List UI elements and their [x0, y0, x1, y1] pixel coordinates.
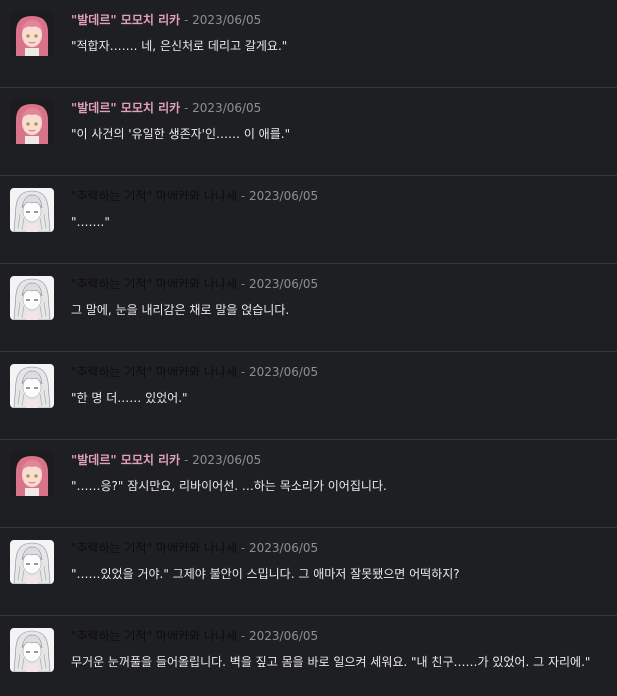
message-row: "발데르" 모모치 리카 - 2023/06/05 "적합자……. 네, 은신처…: [0, 0, 617, 88]
pink-hair-avatar[interactable]: [10, 100, 54, 144]
white-hair-avatar[interactable]: [10, 364, 54, 408]
author-name[interactable]: "추락하는 기적" 마에카와 나나세: [71, 189, 237, 203]
message-feed: "발데르" 모모치 리카 - 2023/06/05 "적합자……. 네, 은신처…: [0, 0, 617, 696]
message-text: 무거운 눈꺼풀을 들어올립니다. 벽을 짚고 몸을 바로 일으켜 세워요. "내…: [71, 655, 591, 669]
message-row: "발데르" 모모치 리카 - 2023/06/05 "이 사건의 '유일한 생존…: [0, 88, 617, 176]
message-text: "한 명 더…… 있었어.": [71, 391, 188, 405]
message-text: "…….": [71, 215, 110, 229]
message-header: "추락하는 기적" 마에카와 나나세 - 2023/06/05: [71, 540, 318, 556]
timestamp: 2023/06/05: [248, 277, 319, 291]
timestamp: 2023/06/05: [248, 189, 319, 203]
header-separator: -: [237, 629, 249, 643]
message-text: "……있었을 거야." 그제야 불안이 스밉니다. 그 애마저 잘못됐으면 어떡…: [71, 567, 460, 581]
timestamp: 2023/06/05: [192, 13, 262, 27]
message-row: "추락하는 기적" 마에카와 나나세 - 2023/06/05 그 말에, 눈을…: [0, 264, 617, 352]
message-text: "적합자……. 네, 은신처로 데리고 갈게요.": [71, 39, 288, 53]
pink-hair-avatar[interactable]: [10, 12, 54, 56]
author-name[interactable]: "추락하는 기적" 마에카와 나나세: [71, 365, 237, 379]
author-name[interactable]: "발데르" 모모치 리카: [71, 101, 180, 115]
message-row: "발데르" 모모치 리카 - 2023/06/05 "……응?" 잠시만요, 리…: [0, 440, 617, 528]
message-row: "추락하는 기적" 마에카와 나나세 - 2023/06/05 "……있었을 거…: [0, 528, 617, 616]
message-row: "추락하는 기적" 마에카와 나나세 - 2023/06/05 "한 명 더………: [0, 352, 617, 440]
message-text: 그 말에, 눈을 내리감은 채로 말을 얹습니다.: [71, 303, 290, 317]
timestamp: 2023/06/05: [192, 101, 262, 115]
author-name[interactable]: "발데르" 모모치 리카: [71, 13, 180, 27]
author-name[interactable]: "추락하는 기적" 마에카와 나나세: [71, 541, 237, 555]
header-separator: -: [180, 13, 193, 27]
message-header: "발데르" 모모치 리카 - 2023/06/05: [71, 100, 261, 116]
header-separator: -: [180, 101, 193, 115]
message-header: "추락하는 기적" 마에카와 나나세 - 2023/06/05: [71, 628, 318, 644]
white-hair-avatar[interactable]: [10, 628, 54, 672]
message-header: "추락하는 기적" 마에카와 나나세 - 2023/06/05: [71, 276, 318, 292]
white-hair-avatar[interactable]: [10, 276, 54, 320]
message-header: "발데르" 모모치 리카 - 2023/06/05: [71, 12, 261, 28]
author-name[interactable]: "발데르" 모모치 리카: [71, 453, 180, 467]
header-separator: -: [237, 189, 249, 203]
message-header: "추락하는 기적" 마에카와 나나세 - 2023/06/05: [71, 364, 318, 380]
white-hair-avatar[interactable]: [10, 188, 54, 232]
message-header: "추락하는 기적" 마에카와 나나세 - 2023/06/05: [71, 188, 318, 204]
timestamp: 2023/06/05: [248, 541, 319, 555]
header-separator: -: [237, 541, 249, 555]
author-name[interactable]: "추락하는 기적" 마에카와 나나세: [71, 277, 237, 291]
white-hair-avatar[interactable]: [10, 540, 54, 584]
message-row: "추락하는 기적" 마에카와 나나세 - 2023/06/05 무거운 눈꺼풀을…: [0, 616, 617, 696]
timestamp: 2023/06/05: [192, 453, 262, 467]
message-header: "발데르" 모모치 리카 - 2023/06/05: [71, 452, 261, 468]
header-separator: -: [180, 453, 193, 467]
timestamp: 2023/06/05: [248, 629, 319, 643]
header-separator: -: [237, 277, 249, 291]
message-text: "이 사건의 '유일한 생존자'인…… 이 애를.": [71, 127, 291, 141]
pink-hair-avatar[interactable]: [10, 452, 54, 496]
header-separator: -: [237, 365, 249, 379]
message-row: "추락하는 기적" 마에카와 나나세 - 2023/06/05 "…….": [0, 176, 617, 264]
author-name[interactable]: "추락하는 기적" 마에카와 나나세: [71, 629, 237, 643]
message-text: "……응?" 잠시만요, 리바이어선. …하는 목소리가 이어집니다.: [71, 479, 387, 493]
timestamp: 2023/06/05: [248, 365, 319, 379]
